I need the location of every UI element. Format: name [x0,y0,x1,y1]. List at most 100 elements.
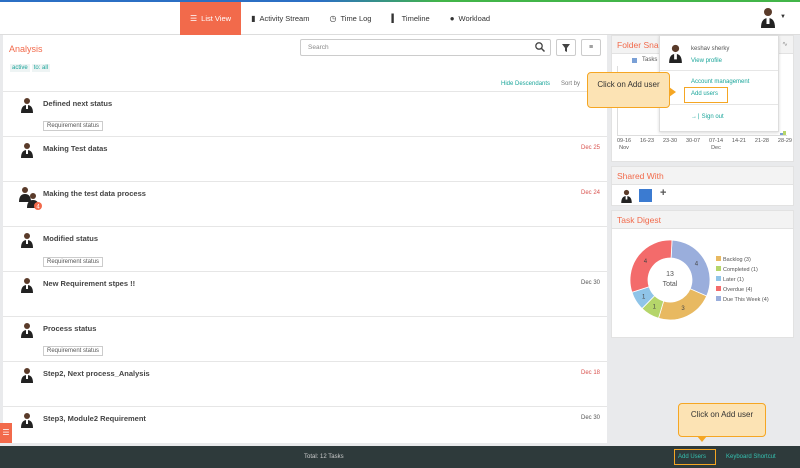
tab-time-log[interactable]: ◷ Time Log [319,2,381,35]
avatar [21,143,33,158]
filter-icon [562,44,570,52]
tab-label: Workload [458,14,491,23]
avatar [21,413,33,428]
user-icon: ● [449,14,455,23]
task-row[interactable]: Step3, Module2 Requirement Dec 30 [3,406,607,443]
legend-swatch [716,286,721,291]
filter-tag[interactable]: active [10,64,30,72]
legend-swatch [716,256,721,261]
search-icon[interactable] [534,41,546,53]
due-date: Dec 24 [580,190,600,196]
add-share-button[interactable]: + [660,187,666,199]
page-title: Analysis [9,44,43,54]
legend-item[interactable]: Due This Week (4) [716,295,769,305]
legend-swatch [716,266,721,271]
donut-total-value: 13 [666,271,674,278]
chart-bar [783,131,786,135]
avatar[interactable] [639,189,652,202]
task-name[interactable]: Process status [43,324,96,333]
search-placeholder: Search [308,44,329,51]
task-digest-donut-chart: 13 Total 43114 [629,239,711,321]
filter-button[interactable] [556,39,576,56]
keyboard-shortcut-link[interactable]: Keyboard Shortcut [726,454,776,460]
tab-label: List View [201,14,232,23]
task-row[interactable]: Process status Requirement status [3,316,607,361]
chevron-down-icon[interactable]: ▼ [780,14,786,20]
tab-timeline[interactable]: ▍ Timeline [381,2,439,35]
shared-with-panel: Shared With + [611,166,794,206]
task-name[interactable]: New Requirement stpes !! [43,279,135,288]
menu-button[interactable]: ≡ [581,39,601,56]
task-name[interactable]: Making the test data process [43,189,146,198]
rss-icon[interactable]: ∿ [782,40,788,48]
multi-avatar: 4 [19,187,42,211]
add-users-highlight [684,87,728,103]
legend-item[interactable]: Overdue (4) [716,285,769,295]
legend-item[interactable]: Completed (1) [716,265,769,275]
task-row[interactable]: Modified status Requirement status [3,226,607,271]
task-list-panel: Analysis Search ≡ active to: all Hide Des… [3,35,607,443]
avatar [21,233,33,248]
task-row[interactable]: Making Test datas Dec 25 [3,136,607,181]
sidebar-toggle-button[interactable]: ☰ [0,423,12,443]
top-navigation-bar: ☰ List View ▮ Activity Stream ◷ Time Log… [0,0,800,35]
x-tick-label: 16-23 [639,138,655,144]
task-row[interactable]: New Requirement stpes !! Dec 30 [3,271,607,316]
list-icon: ☰ [190,14,198,23]
legend-item[interactable]: Later (1) [716,275,769,285]
x-tick-label: 14-21 [731,138,746,144]
clock-icon: ◷ [329,14,337,23]
tab-list-view[interactable]: ☰ List View [180,2,242,35]
task-row[interactable]: Step2, Next process_Analysis Dec 18 [3,361,607,406]
tab-label: Time Log [340,14,372,23]
avatar [21,323,33,338]
tab-workload[interactable]: ● Workload [440,2,500,35]
due-date: Dec 25 [580,145,600,151]
task-name[interactable]: Step2, Next process_Analysis [43,369,150,378]
tab-label: Activity Stream [259,14,310,23]
task-digest-panel: Task Digest 13 Total 43114 Backlog (3) C… [611,210,794,338]
sign-out-link[interactable]: →∣ Sign out [691,113,724,120]
task-name[interactable]: Making Test datas [43,144,107,153]
status-badge: Requirement status [43,121,104,131]
task-name[interactable]: Modified status [43,234,98,243]
x-tick-label: 23-30 [662,138,678,144]
panel-title: Folder Snap [617,40,664,50]
legend-swatch [716,276,721,281]
account-management-link[interactable]: Account management [691,79,749,85]
comment-icon: ▮ [251,14,256,23]
task-name[interactable]: Defined next status [43,99,112,108]
avatar [21,98,33,113]
legend-item[interactable]: Backlog (3) [716,255,769,265]
due-date: Dec 18 [580,370,600,376]
callout-add-user-top: Click on Add user [587,72,676,108]
hide-descendants-link[interactable]: Hide Descendants [501,81,550,87]
sort-by-label[interactable]: Sort by [561,81,580,87]
filter-tag[interactable]: to: all [31,64,51,72]
legend-label: Tasks [642,57,658,63]
avatar[interactable] [621,189,632,203]
status-badge: Requirement status [43,346,104,356]
callout-arrow [669,87,676,97]
sign-out-icon: →∣ [691,114,702,120]
task-row[interactable]: Defined next status Requirement status [3,91,607,136]
hamburger-icon: ≡ [588,44,594,51]
status-badge: Requirement status [43,257,104,267]
task-name[interactable]: Step3, Module2 Requirement [43,414,146,423]
view-profile-link[interactable]: View profile [691,58,722,64]
task-row[interactable]: 4 Making the test data process Dec 24 [3,181,607,226]
callout-add-user-bottom: Click on Add user [678,403,766,442]
due-date: Dec 30 [580,280,600,286]
filter-tags: active to: all [10,64,52,72]
x-tick-label: 07-14 Dec [708,138,724,151]
tab-label: Timeline [401,14,430,23]
columns-icon: ☰ [2,428,10,437]
divider [660,104,778,105]
view-tabs: ☰ List View ▮ Activity Stream ◷ Time Log… [180,2,500,35]
x-tick-label: 21-28 [754,138,769,144]
user-avatar[interactable] [760,6,776,28]
legend-swatch [632,58,637,63]
tab-activity-stream[interactable]: ▮ Activity Stream [241,2,319,35]
search-input[interactable]: Search [300,39,551,56]
bar-chart-icon: ▍ [391,14,398,23]
